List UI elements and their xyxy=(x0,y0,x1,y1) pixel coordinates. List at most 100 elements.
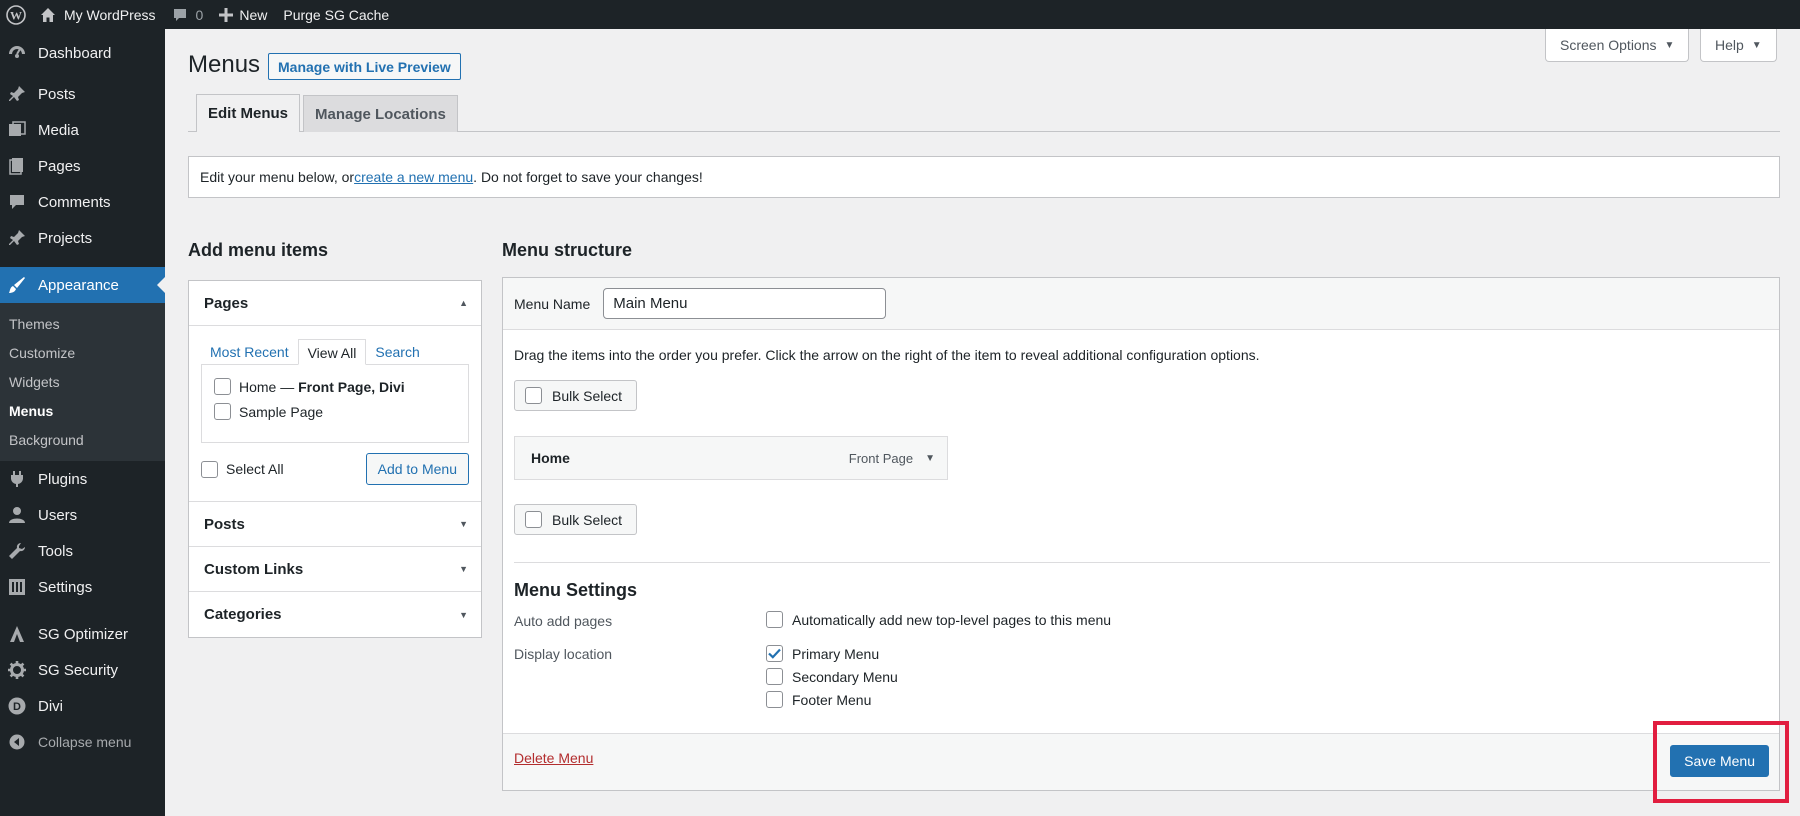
list-item: Home — Front Page, Divi xyxy=(214,374,456,399)
location-label: Primary Menu xyxy=(792,645,880,662)
plugin-icon xyxy=(6,468,28,490)
settings-divider xyxy=(514,562,1770,563)
tab-edit-menus[interactable]: Edit Menus xyxy=(196,94,301,132)
tab-manage-locations[interactable]: Manage Locations xyxy=(303,95,458,132)
bulk-select-top[interactable]: Bulk Select xyxy=(514,380,638,411)
purge-cache-link[interactable]: Purge SG Cache xyxy=(275,0,397,29)
sidebar-item-plugins[interactable]: Plugins xyxy=(0,461,165,497)
menu-name-input[interactable]: Main Menu xyxy=(603,288,887,319)
manage-live-preview-button[interactable]: Manage with Live Preview xyxy=(268,53,461,80)
posts-section-title: Posts xyxy=(204,515,245,533)
pages-actions: Select All Add to Menu xyxy=(201,453,469,485)
pages-section-header[interactable]: Pages ▲ xyxy=(189,281,481,326)
sidebar-item-posts[interactable]: Posts xyxy=(0,76,165,112)
collapse-menu-button[interactable]: Collapse menu xyxy=(0,724,165,760)
categories-section-header[interactable]: Categories ▼ xyxy=(189,592,481,637)
sidebar-item-dashboard[interactable]: Dashboard xyxy=(0,35,165,71)
tab-search[interactable]: Search xyxy=(366,340,428,364)
custom-links-section-header[interactable]: Custom Links ▼ xyxy=(189,547,481,592)
page-status: Front Page, Divi xyxy=(298,378,405,395)
delete-menu-link[interactable]: Delete Menu xyxy=(514,750,593,766)
bulk-select-bottom[interactable]: Bulk Select xyxy=(514,504,638,535)
menu-item-title: Home xyxy=(531,450,570,466)
sidebar-item-sg-security[interactable]: SG Security xyxy=(0,652,165,688)
sidebar-item-label: Users xyxy=(38,506,78,524)
auto-add-checkbox[interactable] xyxy=(766,611,783,628)
select-all-checkbox[interactable] xyxy=(201,460,218,478)
notice-text-before: Edit your menu below, or xyxy=(200,169,355,185)
caret-down-icon: ▼ xyxy=(459,609,468,620)
collapse-menu-label: Collapse menu xyxy=(38,734,132,750)
purge-label: Purge SG Cache xyxy=(283,6,390,23)
posts-section-header[interactable]: Posts ▼ xyxy=(189,502,481,547)
drag-instructions: Drag the items into the order you prefer… xyxy=(514,347,1260,363)
add-to-menu-button[interactable]: Add to Menu xyxy=(365,453,469,485)
location-secondary: Secondary Menu xyxy=(766,668,898,685)
sidebar-item-pages[interactable]: Pages xyxy=(0,148,165,184)
appearance-submenu: Themes Customize Widgets Menus Backgroun… xyxy=(0,303,165,461)
sidebar-item-media[interactable]: Media xyxy=(0,112,165,148)
submenu-item-widgets[interactable]: Widgets xyxy=(0,368,165,397)
pages-tabbar: Most Recent View All Search xyxy=(201,338,469,365)
primary-menu-checkbox[interactable] xyxy=(766,645,783,662)
caret-up-icon: ▲ xyxy=(459,298,468,308)
sidebar-item-users[interactable]: Users xyxy=(0,497,165,533)
sidebar-item-projects[interactable]: Projects xyxy=(0,220,165,256)
comments-link[interactable]: 0 xyxy=(164,0,212,29)
sidebar-item-sg-optimizer[interactable]: SG Optimizer xyxy=(0,616,165,652)
menu-name-row: Menu Name Main Menu xyxy=(503,278,1779,330)
caret-down-icon: ▼ xyxy=(1664,39,1675,51)
new-content-link[interactable]: New xyxy=(211,0,275,29)
sidebar-item-settings[interactable]: Settings xyxy=(0,569,165,605)
pages-list: Home — Front Page, Divi Sample Page xyxy=(201,364,469,443)
submenu-item-customize[interactable]: Customize xyxy=(0,339,165,368)
auto-add-label: Auto add pages xyxy=(514,613,613,629)
sidebar-item-label: Plugins xyxy=(38,470,88,488)
list-item: Sample Page xyxy=(214,399,456,424)
site-home-link[interactable]: My WordPress xyxy=(32,0,164,29)
sg-security-icon xyxy=(6,659,28,681)
tab-view-all[interactable]: View All xyxy=(297,339,367,365)
home-page-checkbox[interactable] xyxy=(214,378,231,395)
bulk-select-checkbox[interactable] xyxy=(525,387,542,404)
bulk-select-checkbox[interactable] xyxy=(525,511,542,528)
sidebar-item-label: Settings xyxy=(38,578,93,596)
submenu-item-menus[interactable]: Menus xyxy=(0,397,165,426)
help-button[interactable]: Help ▼ xyxy=(1700,29,1777,62)
location-label: Secondary Menu xyxy=(792,668,898,685)
caret-down-icon: ▼ xyxy=(1751,39,1762,51)
secondary-menu-checkbox[interactable] xyxy=(766,668,783,685)
add-menu-items-heading: Add menu items xyxy=(188,240,329,260)
sample-page-checkbox[interactable] xyxy=(214,403,231,420)
caret-down-icon[interactable]: ▼ xyxy=(925,453,935,464)
main-content: Screen Options ▼ Help ▼ Menus Manage wit… xyxy=(165,29,1800,816)
sidebar-item-comments[interactable]: Comments xyxy=(0,184,165,220)
page-title: Menus xyxy=(188,51,261,78)
menu-item-type: Front Page xyxy=(848,450,914,466)
dashboard-icon xyxy=(6,42,28,64)
page-label: Home — Front Page, Divi xyxy=(239,379,405,395)
caret-down-icon: ▼ xyxy=(459,519,468,529)
sidebar-item-tools[interactable]: Tools xyxy=(0,533,165,569)
brush-icon xyxy=(6,274,28,296)
sidebar-item-divi[interactable]: D Divi xyxy=(0,688,165,724)
svg-text:D: D xyxy=(13,701,21,713)
footer-menu-checkbox[interactable] xyxy=(766,691,783,708)
auto-add-option-label: Automatically add new top-level pages to… xyxy=(792,611,1112,628)
bulk-select-label: Bulk Select xyxy=(552,511,623,528)
user-icon xyxy=(6,504,28,526)
menu-item-home[interactable]: Home Front Page ▼ xyxy=(514,436,948,480)
pin-icon xyxy=(6,227,28,249)
submenu-item-background[interactable]: Background xyxy=(0,426,165,455)
create-new-menu-link[interactable]: create a new menu xyxy=(354,169,473,185)
pages-section-body: Most Recent View All Search Home — Front… xyxy=(189,326,481,502)
comment-icon xyxy=(6,191,28,213)
wordpress-logo-icon[interactable]: W xyxy=(0,0,32,29)
submenu-item-themes[interactable]: Themes xyxy=(0,310,165,339)
tab-most-recent[interactable]: Most Recent xyxy=(201,340,298,364)
location-primary: Primary Menu xyxy=(766,645,879,662)
sidebar-item-label: Dashboard xyxy=(38,44,112,62)
sidebar-item-label: SG Optimizer xyxy=(38,625,129,643)
screen-options-button[interactable]: Screen Options ▼ xyxy=(1545,29,1690,62)
sidebar-item-appearance[interactable]: Appearance xyxy=(0,267,165,303)
